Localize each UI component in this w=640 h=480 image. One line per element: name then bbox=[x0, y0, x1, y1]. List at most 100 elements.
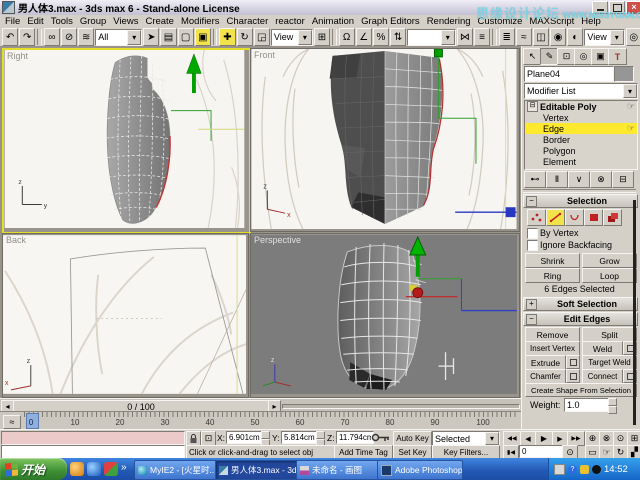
viewport-perspective-label[interactable]: Perspective bbox=[254, 235, 301, 245]
menu-character[interactable]: Character bbox=[227, 16, 269, 27]
subobject-border-icon[interactable] bbox=[565, 209, 584, 226]
by-vertex-checkbox[interactable] bbox=[527, 228, 538, 239]
go-to-end-button[interactable]: ▶▶ bbox=[567, 431, 585, 446]
mini-curve-editor-icon[interactable]: ≈ bbox=[3, 415, 21, 429]
snap-toggle-icon[interactable]: Ω bbox=[339, 28, 355, 46]
insert-vertex-button[interactable]: Insert Vertex bbox=[525, 341, 580, 356]
quicklaunch-more-icon[interactable]: » bbox=[121, 462, 127, 473]
menu-graph-editors[interactable]: Graph Editors bbox=[361, 16, 420, 27]
menu-file[interactable]: File bbox=[5, 16, 20, 27]
x-coord-field[interactable] bbox=[226, 431, 266, 444]
use-pivot-icon[interactable]: ⊞ bbox=[314, 28, 330, 46]
ref-coord-dropdown[interactable]: View ▾ bbox=[271, 29, 313, 46]
menu-views[interactable]: Views bbox=[113, 16, 138, 27]
set-key-icon[interactable] bbox=[371, 432, 391, 446]
angle-snap-icon[interactable]: ∠ bbox=[356, 28, 372, 46]
zoom-icon[interactable]: ⊕ bbox=[585, 431, 600, 446]
grow-button[interactable]: Grow bbox=[582, 253, 637, 268]
edit-edges-rollout-header[interactable]: − Edit Edges bbox=[523, 312, 638, 326]
printer-tray-icon[interactable] bbox=[554, 464, 565, 475]
gizmo-center[interactable] bbox=[413, 288, 423, 298]
tree-expand-icon[interactable]: ⊟ bbox=[527, 101, 538, 112]
prev-frame-button[interactable]: ◀ bbox=[520, 431, 536, 446]
select-by-name-icon[interactable]: ▤ bbox=[160, 28, 176, 46]
undo-icon[interactable]: ↶ bbox=[2, 28, 18, 46]
ignore-backfacing-checkbox[interactable] bbox=[527, 240, 538, 251]
zoom-extents-all-icon[interactable]: ⊞ bbox=[627, 431, 640, 446]
auto-key-button[interactable]: Auto Key bbox=[393, 431, 432, 446]
y-coord-field[interactable] bbox=[281, 431, 321, 444]
viewport-right-label[interactable]: Right bbox=[7, 51, 28, 61]
spin-down-icon[interactable] bbox=[608, 406, 617, 414]
tab-utilities[interactable]: T bbox=[608, 48, 627, 65]
viewport-front[interactable]: z x Front bbox=[250, 48, 520, 232]
unlink-icon[interactable]: ⊘ bbox=[61, 28, 77, 46]
spin-up-icon[interactable] bbox=[608, 398, 617, 406]
named-selection-dropdown[interactable]: ▾ bbox=[407, 29, 456, 46]
z-coord-field[interactable] bbox=[336, 431, 374, 444]
chevron-down-icon[interactable]: ▾ bbox=[610, 30, 624, 45]
move-icon[interactable]: ✚ bbox=[219, 28, 235, 46]
viewport-right[interactable]: z y Right bbox=[2, 48, 251, 234]
target-weld-button[interactable]: Target Weld bbox=[582, 355, 637, 370]
menu-edit[interactable]: Edit bbox=[27, 16, 43, 27]
menu-group[interactable]: Group bbox=[80, 16, 106, 27]
macro-recorder-line[interactable] bbox=[1, 431, 185, 445]
expand-icon[interactable]: + bbox=[526, 299, 537, 310]
subobject-edge-icon[interactable] bbox=[546, 209, 565, 226]
show-end-result-icon[interactable]: Ⅱ bbox=[546, 171, 568, 188]
key-mode-dropdown[interactable]: Selected ▾ bbox=[432, 431, 500, 446]
chevron-down-icon[interactable]: ▾ bbox=[127, 30, 141, 45]
viewport-perspective[interactable]: z Perspective bbox=[250, 233, 520, 398]
ring-button[interactable]: Ring bbox=[525, 268, 580, 283]
menu-modifiers[interactable]: Modifiers bbox=[181, 16, 220, 27]
curve-editor-icon[interactable]: ≈ bbox=[516, 28, 532, 46]
weight-field[interactable] bbox=[564, 398, 610, 412]
next-frame-button[interactable]: ▶ bbox=[552, 431, 568, 446]
stack-item-polygon[interactable]: Polygon bbox=[525, 145, 637, 156]
chamfer-button[interactable]: Chamfer bbox=[525, 369, 566, 384]
menu-animation[interactable]: Animation bbox=[312, 16, 354, 27]
remove-button[interactable]: Remove bbox=[525, 327, 580, 342]
collapse-icon[interactable]: − bbox=[526, 196, 537, 207]
menu-reactor[interactable]: reactor bbox=[275, 16, 305, 27]
schematic-view-icon[interactable]: ◫ bbox=[533, 28, 549, 46]
chevron-down-icon[interactable]: ▾ bbox=[441, 30, 455, 45]
qq-tray-icon[interactable] bbox=[592, 465, 601, 474]
maxscript-listener-line[interactable] bbox=[1, 445, 185, 459]
chevron-down-icon[interactable]: ▾ bbox=[485, 432, 499, 445]
quicklaunch-app-icon[interactable] bbox=[104, 462, 118, 476]
window-crossing-icon[interactable]: ▣ bbox=[195, 28, 211, 46]
connect-button[interactable]: Connect bbox=[582, 369, 623, 384]
quick-render-icon[interactable]: ◎ bbox=[626, 28, 640, 46]
redo-icon[interactable]: ↷ bbox=[19, 28, 35, 46]
configure-modifier-sets-icon[interactable]: ⊟ bbox=[612, 171, 634, 188]
quicklaunch-browser-icon[interactable] bbox=[87, 462, 101, 476]
extrude-settings-button[interactable] bbox=[566, 355, 580, 369]
create-shape-button[interactable]: Create Shape From Selection bbox=[525, 383, 637, 397]
taskbar-task-3dsmax[interactable]: 男人体3.max - 3d... bbox=[215, 460, 301, 480]
menu-create[interactable]: Create bbox=[145, 16, 174, 27]
volume-tray-icon[interactable] bbox=[580, 465, 589, 474]
start-button[interactable]: 开始 bbox=[0, 458, 67, 480]
quicklaunch-player-icon[interactable] bbox=[70, 462, 84, 476]
weld-button[interactable]: Weld bbox=[582, 341, 623, 356]
viewport-back[interactable]: z x Back bbox=[2, 233, 249, 398]
panel-scrollbar[interactable] bbox=[633, 200, 636, 425]
stack-item-edge[interactable]: Edge ☞ bbox=[525, 123, 637, 134]
chevron-down-icon[interactable]: ▾ bbox=[623, 84, 637, 98]
chevron-down-icon[interactable]: ▾ bbox=[298, 30, 312, 45]
zoom-extents-icon[interactable]: ⊙ bbox=[613, 431, 628, 446]
selection-rollout-header[interactable]: − Selection bbox=[523, 194, 638, 208]
loop-button[interactable]: Loop bbox=[582, 268, 637, 283]
weight-spinner[interactable] bbox=[608, 398, 617, 414]
play-button[interactable]: ▶ bbox=[535, 431, 553, 446]
bind-spacewarp-icon[interactable]: ≋ bbox=[78, 28, 94, 46]
shrink-button[interactable]: Shrink bbox=[525, 253, 580, 268]
time-slider-track[interactable]: ◂ 0 / 100 ▸ bbox=[0, 398, 521, 412]
track-bar[interactable]: ≈ 0 10 20 30 40 50 60 70 80 90 100 bbox=[0, 411, 521, 430]
subobject-vertex-icon[interactable] bbox=[527, 209, 546, 226]
menu-tools[interactable]: Tools bbox=[51, 16, 73, 27]
current-frame-field[interactable] bbox=[519, 445, 565, 458]
soft-selection-rollout-header[interactable]: + Soft Selection bbox=[523, 297, 638, 311]
